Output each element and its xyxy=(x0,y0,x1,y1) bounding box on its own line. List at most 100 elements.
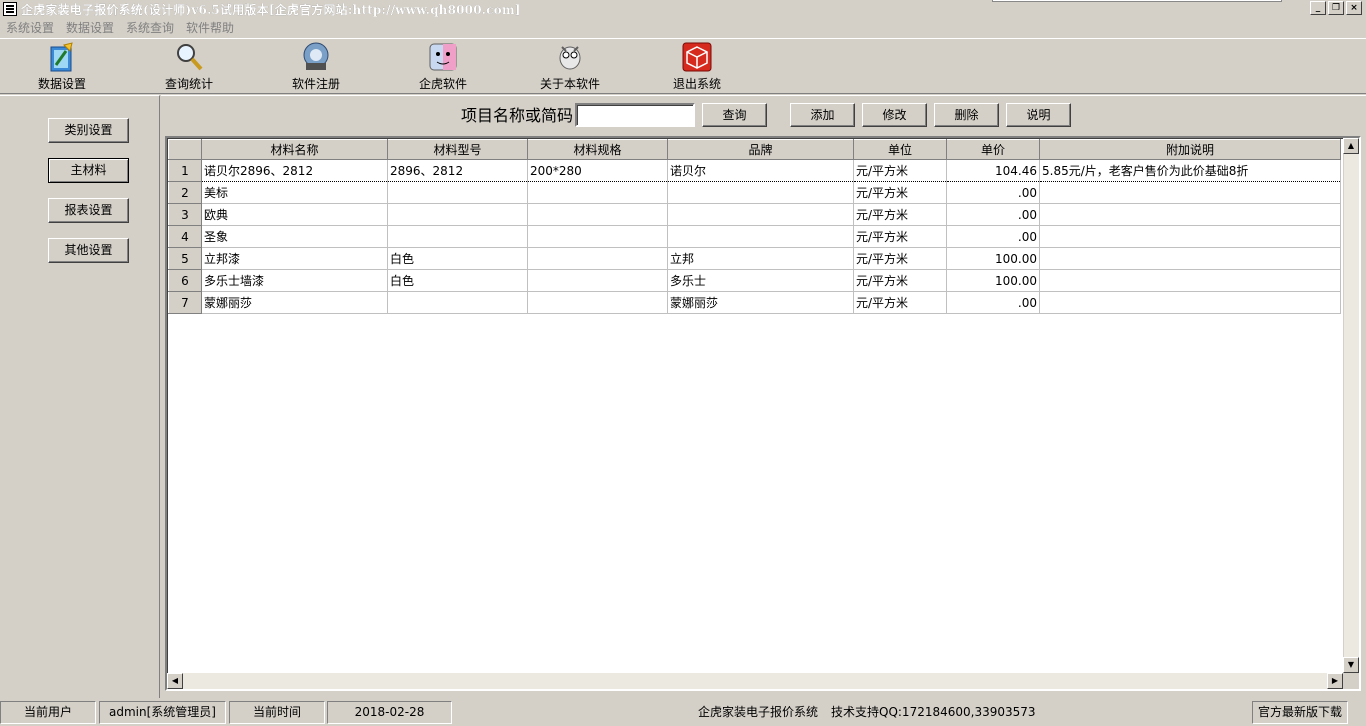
row-number[interactable]: 5 xyxy=(168,247,202,270)
add-button[interactable]: 添加 xyxy=(790,103,855,127)
table-cell[interactable]: 100.00 xyxy=(946,269,1040,292)
download-latest-button[interactable]: 官方最新版下载 xyxy=(1252,701,1348,724)
table-cell[interactable]: 元/平方米 xyxy=(853,203,947,226)
table-cell[interactable] xyxy=(527,203,668,226)
sidebar-main-material-button[interactable]: 主材料 xyxy=(48,158,129,183)
column-header[interactable]: 单位 xyxy=(853,139,947,160)
sidebar-report-settings-button[interactable]: 报表设置 xyxy=(48,198,129,223)
row-number[interactable]: 7 xyxy=(168,291,202,314)
table-cell[interactable]: 元/平方米 xyxy=(853,247,947,270)
table-cell[interactable]: 元/平方米 xyxy=(853,159,947,182)
table-cell[interactable] xyxy=(387,203,528,226)
table-row[interactable]: 4 圣象 元/平方米 .00 xyxy=(168,225,1341,248)
toolbar-query-stats-button[interactable]: 查询统计 xyxy=(144,41,234,93)
scroll-right-arrow[interactable]: ▶ xyxy=(1327,673,1343,689)
app-icon[interactable] xyxy=(3,2,17,16)
column-header[interactable]: 材料名称 xyxy=(201,139,388,160)
row-number[interactable]: 4 xyxy=(168,225,202,248)
table-row[interactable]: 7 蒙娜丽莎 蒙娜丽莎 元/平方米 .00 xyxy=(168,291,1341,314)
table-cell[interactable] xyxy=(527,247,668,270)
table-cell[interactable] xyxy=(387,225,528,248)
table-cell[interactable]: 100.00 xyxy=(946,247,1040,270)
table-cell[interactable]: 元/平方米 xyxy=(853,181,947,204)
table-cell[interactable] xyxy=(1039,247,1341,270)
menu-system-query[interactable]: 系统查询 xyxy=(120,19,180,37)
table-cell[interactable]: 元/平方米 xyxy=(853,291,947,314)
toolbar-qihu-software-button[interactable]: 企虎软件 xyxy=(398,41,488,93)
table-row[interactable]: 5 立邦漆 白色 立邦 元/平方米 100.00 xyxy=(168,247,1341,270)
table-cell[interactable] xyxy=(527,181,668,204)
scroll-up-arrow[interactable]: ▲ xyxy=(1343,138,1359,154)
table-cell[interactable] xyxy=(1039,269,1341,292)
table-cell[interactable] xyxy=(1039,225,1341,248)
table-cell[interactable]: 多乐士 xyxy=(667,269,854,292)
toolbar-data-settings-button[interactable]: 数据设置 xyxy=(17,41,107,93)
scroll-left-arrow[interactable]: ◀ xyxy=(167,673,183,689)
table-cell[interactable] xyxy=(1039,181,1341,204)
table-cell[interactable]: 2896、2812 xyxy=(387,159,528,182)
table-cell[interactable] xyxy=(387,181,528,204)
row-number[interactable]: 2 xyxy=(168,181,202,204)
table-cell[interactable] xyxy=(527,225,668,248)
sidebar-other-settings-button[interactable]: 其他设置 xyxy=(48,238,129,263)
table-cell[interactable]: 白色 xyxy=(387,269,528,292)
table-cell[interactable]: 104.46 xyxy=(946,159,1040,182)
column-header[interactable]: 材料规格 xyxy=(527,139,668,160)
table-cell[interactable]: .00 xyxy=(946,203,1040,226)
table-cell[interactable]: 美标 xyxy=(201,181,388,204)
horizontal-scrollbar[interactable]: ◀ ▶ xyxy=(167,673,1343,689)
table-cell[interactable]: 诺贝尔2896、2812 xyxy=(201,159,388,182)
vertical-scrollbar[interactable]: ▲ ▼ xyxy=(1343,138,1359,673)
sidebar-category-settings-button[interactable]: 类别设置 xyxy=(48,118,129,143)
column-header[interactable]: 品牌 xyxy=(667,139,854,160)
menu-software-help[interactable]: 软件帮助 xyxy=(180,19,240,37)
column-header[interactable]: 附加说明 xyxy=(1039,139,1341,160)
table-cell[interactable]: 蒙娜丽莎 xyxy=(667,291,854,314)
table-row[interactable]: 1 诺贝尔2896、2812 2896、2812 200*280 诺贝尔 元/平方米 104… xyxy=(168,159,1341,182)
table-cell[interactable]: 元/平方米 xyxy=(853,269,947,292)
table-row[interactable]: 2 美标 元/平方米 .00 xyxy=(168,181,1341,204)
toolbar-register-button[interactable]: 软件注册 xyxy=(271,41,361,93)
query-button[interactable]: 查询 xyxy=(702,103,767,127)
table-cell[interactable]: 立邦漆 xyxy=(201,247,388,270)
table-cell[interactable]: 多乐士墙漆 xyxy=(201,269,388,292)
delete-button[interactable]: 删除 xyxy=(934,103,999,127)
table-cell[interactable]: 蒙娜丽莎 xyxy=(201,291,388,314)
table-cell[interactable]: .00 xyxy=(946,181,1040,204)
row-number[interactable]: 1 xyxy=(168,159,202,182)
menu-data-settings[interactable]: 数据设置 xyxy=(60,19,120,37)
minimize-button[interactable]: _ xyxy=(1310,1,1326,15)
table-cell[interactable]: 白色 xyxy=(387,247,528,270)
row-number[interactable]: 3 xyxy=(168,203,202,226)
column-header[interactable]: 材料型号 xyxy=(387,139,528,160)
table-cell[interactable] xyxy=(527,269,668,292)
table-cell[interactable] xyxy=(667,225,854,248)
table-cell[interactable]: 立邦 xyxy=(667,247,854,270)
close-button[interactable]: × xyxy=(1346,1,1362,15)
table-cell[interactable] xyxy=(527,291,668,314)
table-cell[interactable] xyxy=(1039,203,1341,226)
table-cell[interactable]: .00 xyxy=(946,225,1040,248)
column-header[interactable]: 单价 xyxy=(946,139,1040,160)
table-cell[interactable]: 元/平方米 xyxy=(853,225,947,248)
materials-grid[interactable]: 材料名称 材料型号 材料规格 品牌 单位 单价 附加说明 1 诺贝尔2896、28… xyxy=(165,136,1361,691)
table-cell[interactable] xyxy=(667,203,854,226)
table-cell[interactable]: .00 xyxy=(946,291,1040,314)
edit-button[interactable]: 修改 xyxy=(862,103,927,127)
scroll-down-arrow[interactable]: ▼ xyxy=(1343,657,1359,673)
table-cell[interactable]: 诺贝尔 xyxy=(667,159,854,182)
table-cell[interactable]: 欧典 xyxy=(201,203,388,226)
search-input[interactable] xyxy=(575,103,695,127)
table-cell[interactable]: 5.85元/片，老客户售价为此价基础8折 xyxy=(1039,159,1341,182)
table-cell[interactable]: 圣象 xyxy=(201,225,388,248)
row-number[interactable]: 6 xyxy=(168,269,202,292)
table-row[interactable]: 6 多乐士墙漆 白色 多乐士 元/平方米 100.00 xyxy=(168,269,1341,292)
toolbar-about-button[interactable]: 关于本软件 xyxy=(525,41,615,93)
table-cell[interactable]: 200*280 xyxy=(527,159,668,182)
restore-button[interactable]: ❐ xyxy=(1328,1,1344,15)
menu-system-settings[interactable]: 系统设置 xyxy=(0,19,60,37)
table-cell[interactable] xyxy=(387,291,528,314)
table-cell[interactable] xyxy=(667,181,854,204)
table-row[interactable]: 3 欧典 元/平方米 .00 xyxy=(168,203,1341,226)
table-cell[interactable] xyxy=(1039,291,1341,314)
